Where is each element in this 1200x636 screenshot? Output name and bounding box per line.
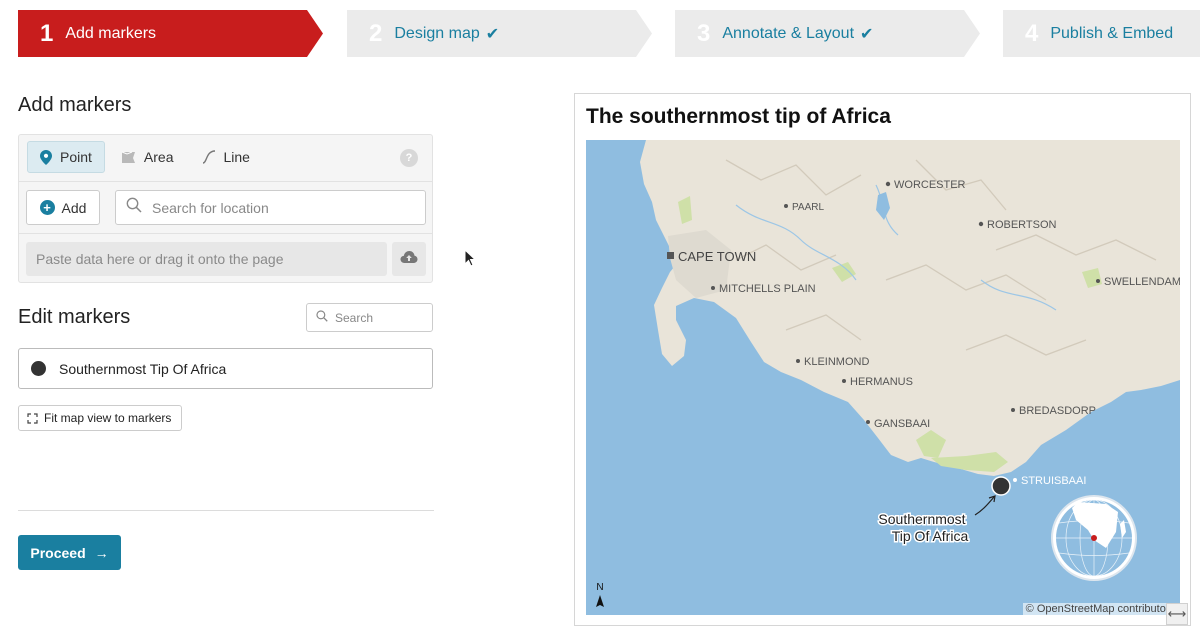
place-worcester: WORCESTER xyxy=(885,179,966,191)
svg-text:GANSBAAI: GANSBAAI xyxy=(874,418,930,430)
step-publish-embed[interactable]: 4 Publish & Embed xyxy=(1003,10,1200,57)
marker-toolbox: Point Area Line ? + Add Paste data here … xyxy=(18,134,433,283)
marker-search-input[interactable] xyxy=(335,310,425,325)
svg-text:CAPE TOWN: CAPE TOWN xyxy=(678,249,756,264)
edit-markers-heading: Edit markers xyxy=(18,306,131,328)
resize-handle-icon[interactable]: ⟷ xyxy=(1166,603,1188,625)
plus-icon: + xyxy=(39,200,55,215)
tab-label: Area xyxy=(143,149,174,165)
step-label: Publish & Embed xyxy=(1050,24,1174,42)
svg-text:N: N xyxy=(596,582,603,593)
svg-text:WORCESTER: WORCESTER xyxy=(894,179,966,191)
map-graphic: WORCESTER PAARL ROBERTSON CAPE TOWN MITC… xyxy=(586,140,1180,615)
marker-search-field[interactable] xyxy=(306,303,433,332)
place-hermanus: HERMANUS xyxy=(842,376,913,388)
place-kleinmond: KLEINMOND xyxy=(796,356,869,368)
tab-label: Point xyxy=(60,149,92,165)
tab-label: Line xyxy=(223,149,250,165)
svg-text:STRUISBAAI: STRUISBAAI xyxy=(1021,475,1086,487)
marker-label-line: Southernmost xyxy=(878,511,965,527)
marker-name: Southernmost Tip Of Africa xyxy=(59,360,227,377)
svg-text:BREDASDORP: BREDASDORP xyxy=(1019,405,1096,417)
step-number: 3 xyxy=(697,19,711,47)
map-canvas[interactable]: WORCESTER PAARL ROBERTSON CAPE TOWN MITC… xyxy=(586,140,1180,615)
mouse-cursor-icon xyxy=(464,248,477,272)
svg-text:KLEINMOND: KLEINMOND xyxy=(804,356,869,368)
marker-label-line: Tip Of Africa xyxy=(892,528,969,544)
step-number: 2 xyxy=(369,19,383,47)
area-flag-icon xyxy=(121,151,136,164)
step-label: Add markers xyxy=(65,24,157,42)
cloud-upload-icon xyxy=(400,250,418,269)
check-icon: ✔ xyxy=(485,25,500,43)
step-label: Annotate & Layout xyxy=(722,24,855,42)
svg-text:HERMANUS: HERMANUS xyxy=(850,376,913,388)
tab-point[interactable]: Point xyxy=(27,141,105,173)
fit-button-label: Fit map view to markers xyxy=(44,411,172,425)
location-search-input[interactable] xyxy=(152,199,412,216)
proceed-label: Proceed xyxy=(30,544,86,561)
marker-type-tabs: Point Area Line xyxy=(27,141,266,173)
search-icon xyxy=(126,197,142,218)
arrow-right-icon: → xyxy=(94,544,109,561)
paste-data-area[interactable]: Paste data here or drag it onto the page xyxy=(26,242,387,276)
pin-icon xyxy=(40,149,52,165)
map-preview: The southernmost tip of Africa WORCESTER… xyxy=(574,93,1191,626)
locator-globe xyxy=(1051,495,1137,581)
tab-line[interactable]: Line xyxy=(190,141,262,173)
map-marker[interactable] xyxy=(991,476,1011,496)
divider xyxy=(19,233,432,234)
svg-text:ROBERTSON: ROBERTSON xyxy=(987,219,1057,231)
place-mitchells-plain: MITCHELLS PLAIN xyxy=(711,283,816,295)
add-button-label: Add xyxy=(61,199,87,216)
divider xyxy=(19,181,432,182)
fit-map-view-button[interactable]: Fit map view to markers xyxy=(18,405,182,431)
marker-list-item[interactable]: Southernmost Tip Of Africa xyxy=(18,348,433,389)
fit-frame-icon xyxy=(27,412,38,424)
search-icon xyxy=(316,309,328,327)
upload-button[interactable] xyxy=(392,242,426,276)
proceed-button[interactable]: Proceed → xyxy=(18,535,121,570)
svg-text:SWELLENDAM: SWELLENDAM xyxy=(1104,276,1180,288)
place-struisbaai: STRUISBAAI xyxy=(1013,475,1086,487)
check-icon: ✔ xyxy=(860,25,874,43)
place-swellendam: SWELLENDAM xyxy=(1096,276,1180,288)
stepper: 1 Add markers 2 Design map ✔ 3 Annotate … xyxy=(18,10,1200,58)
map-attribution[interactable]: © OpenStreetMap contributors xyxy=(1022,603,1178,615)
line-curve-icon xyxy=(202,150,216,164)
add-marker-button[interactable]: + Add xyxy=(26,190,100,225)
step-label: Design map xyxy=(394,24,480,42)
divider xyxy=(18,510,434,511)
step-number: 1 xyxy=(40,19,54,47)
step-add-markers[interactable]: 1 Add markers xyxy=(18,10,323,57)
location-search-field[interactable] xyxy=(115,190,426,225)
place-robertson: ROBERTSON xyxy=(978,219,1057,231)
place-cape-town: CAPE TOWN xyxy=(667,249,756,264)
help-icon[interactable]: ? xyxy=(400,149,418,167)
marker-dot-icon xyxy=(31,361,46,376)
map-title: The southernmost tip of Africa xyxy=(586,105,891,128)
add-markers-heading: Add markers xyxy=(18,94,132,116)
svg-text:PAARL: PAARL xyxy=(792,202,824,213)
tab-area[interactable]: Area xyxy=(109,141,186,173)
svg-text:MITCHELLS PLAIN: MITCHELLS PLAIN xyxy=(719,283,816,295)
step-annotate-layout[interactable]: 3 Annotate & Layout ✔ xyxy=(675,10,980,57)
place-bredasdorp: BREDASDORP xyxy=(1011,405,1096,417)
place-gansbaai: GANSBAAI xyxy=(866,418,930,430)
step-design-map[interactable]: 2 Design map ✔ xyxy=(347,10,652,57)
step-number: 4 xyxy=(1025,19,1039,47)
